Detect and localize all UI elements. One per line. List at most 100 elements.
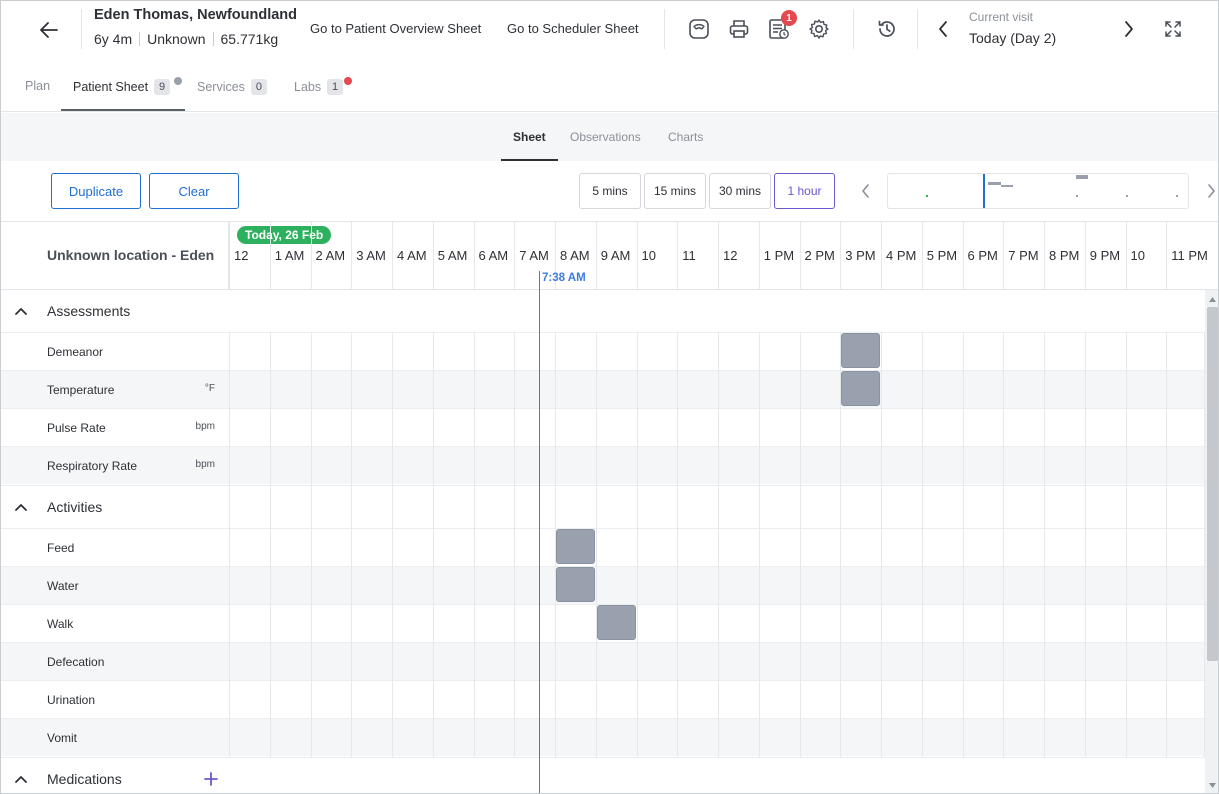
hour-label: 9 PM	[1089, 248, 1121, 263]
subtab-charts[interactable]: Charts	[668, 130, 703, 144]
scheduled-task-block[interactable]	[556, 529, 595, 564]
print-button[interactable]	[726, 15, 752, 43]
row-label: Water	[47, 579, 79, 593]
hour-divider	[1166, 222, 1168, 290]
patient-weight: 65.771kg	[220, 31, 279, 47]
scrollbar-thumb[interactable]	[1207, 307, 1218, 661]
grid-column-line	[1125, 332, 1127, 757]
tab-label: Plan	[25, 79, 51, 93]
meta-separator	[212, 32, 214, 46]
chevron-up-icon	[15, 504, 27, 511]
patient-header: Eden Thomas, Newfoundland 6y 4m Unknown …	[1, 1, 1218, 61]
patient-sex: Unknown	[147, 31, 206, 47]
back-button[interactable]	[35, 17, 63, 43]
arrow-left-icon	[40, 22, 58, 38]
scheduled-task-block[interactable]	[841, 371, 881, 406]
section-assessments: Assessments	[1, 290, 1205, 332]
hour-divider	[799, 222, 801, 290]
collapse-activities-button[interactable]	[13, 499, 29, 515]
grid-column-line	[677, 332, 679, 757]
zoom-1-hour[interactable]: 1 hour	[774, 173, 835, 209]
hour-label: 6 PM	[967, 248, 998, 263]
header-divider	[917, 9, 918, 49]
row-demeanor: Demeanor	[1, 332, 1205, 370]
scale-icon	[689, 19, 709, 39]
duplicate-button[interactable]: Duplicate	[51, 173, 141, 209]
go-to-overview-link[interactable]: Go to Patient Overview Sheet	[310, 21, 481, 36]
chevron-up-icon	[15, 308, 27, 315]
grid-column-line	[1003, 332, 1005, 757]
section-medications: Medications	[1, 757, 1205, 793]
add-medication-button[interactable]	[202, 770, 220, 788]
grid-column-line	[636, 332, 638, 757]
hour-label: 7 AM	[519, 248, 549, 263]
collapse-assessments-button[interactable]	[13, 303, 29, 319]
hour-label: 8 PM	[1049, 248, 1080, 263]
collapse-medications-button[interactable]	[13, 771, 29, 787]
hour-label: 1 PM	[763, 248, 795, 263]
active-subtab-underline	[501, 159, 558, 161]
grid-column-line	[881, 332, 882, 757]
header-divider	[81, 9, 82, 49]
row-label: Urination	[47, 693, 96, 707]
zoom-5-mins[interactable]: 5 mins	[579, 173, 641, 209]
next-visit-button[interactable]	[1116, 15, 1142, 43]
timeline-next-button[interactable]	[1201, 179, 1218, 203]
hour-label: 3 AM	[356, 248, 386, 263]
settings-button[interactable]	[806, 15, 832, 43]
current-visit-label: Current visit	[969, 10, 1034, 24]
zoom-30-mins[interactable]: 30 mins	[709, 173, 771, 209]
tab-services[interactable]: Services 0	[197, 79, 267, 95]
subtab-observations[interactable]: Observations	[570, 130, 641, 144]
chevron-left-icon	[939, 21, 947, 37]
minimap-mark	[988, 182, 1001, 185]
history-icon	[878, 20, 895, 37]
hour-label: 5 AM	[437, 248, 468, 263]
scheduled-task-block[interactable]	[841, 333, 881, 368]
grid-column-line	[392, 332, 393, 757]
zoom-15-mins[interactable]: 15 mins	[644, 173, 706, 209]
tab-label: Labs	[294, 80, 322, 94]
current-time-label: 7:38 AM	[542, 272, 586, 284]
section-title: Assessments	[47, 303, 131, 319]
scheduled-task-block[interactable]	[596, 605, 636, 640]
today-date-pill: Today, 26 Feb	[237, 226, 332, 244]
row-unit: °F	[204, 383, 215, 394]
tab-label: Patient Sheet	[73, 80, 149, 94]
minimap-now-marker	[983, 174, 985, 208]
subtab-sheet[interactable]: Sheet	[513, 130, 546, 144]
scroll-up-button[interactable]	[1208, 295, 1217, 303]
grid-column-line	[595, 332, 597, 757]
row-defecation: Defecation	[1, 642, 1205, 680]
history-button[interactable]	[874, 15, 900, 43]
hour-divider	[432, 222, 434, 290]
scale-button[interactable]	[686, 15, 712, 43]
scroll-down-button[interactable]	[1208, 781, 1217, 789]
fullscreen-button[interactable]	[1160, 15, 1186, 43]
hour-divider	[636, 222, 638, 290]
scheduled-task-block[interactable]	[556, 567, 595, 602]
tab-plan[interactable]: Plan	[25, 79, 50, 93]
hour-label: 11 PM	[1171, 248, 1208, 263]
timeline-minimap[interactable]	[887, 173, 1189, 209]
minimap-mark	[1126, 195, 1128, 197]
row-water: Water	[1, 566, 1205, 604]
tab-patient-sheet[interactable]: Patient Sheet 9	[73, 79, 171, 95]
go-to-scheduler-link[interactable]: Go to Scheduler Sheet	[507, 21, 639, 36]
chevron-up-icon	[15, 776, 27, 783]
tab-labs[interactable]: Labs 1	[294, 79, 344, 95]
hour-divider	[962, 222, 964, 290]
minimap-mark	[926, 195, 928, 197]
hour-label: 4 PM	[886, 248, 917, 263]
timeline-prev-button[interactable]	[855, 179, 875, 203]
previous-visit-button[interactable]	[930, 15, 956, 43]
grid-column-line	[473, 332, 475, 757]
hour-divider	[1044, 222, 1045, 290]
section-activities: Activities	[1, 485, 1205, 527]
active-tab-underline	[61, 109, 185, 111]
grid-column-line	[1166, 332, 1168, 757]
hour-divider	[310, 222, 312, 290]
hour-divider	[1003, 222, 1005, 290]
clear-button[interactable]: Clear	[149, 173, 239, 209]
plus-icon	[204, 772, 218, 786]
